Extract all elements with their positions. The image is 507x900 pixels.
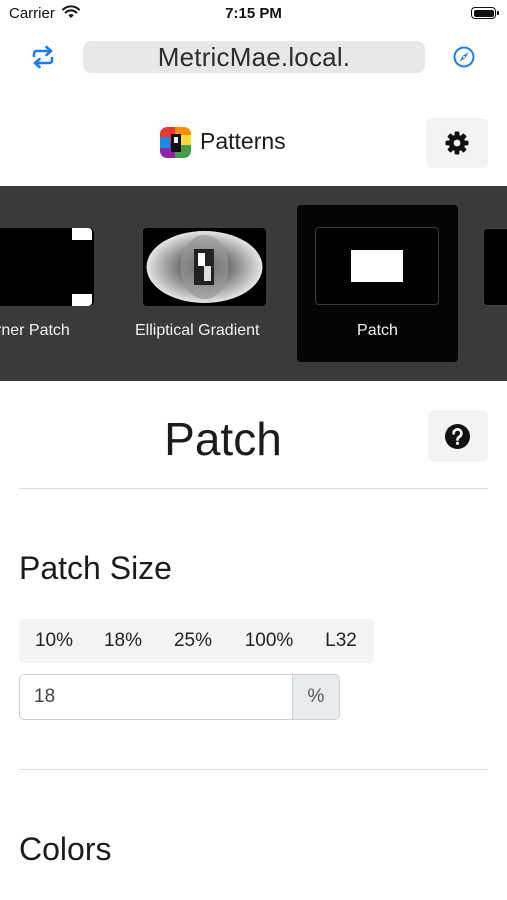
preset-10-percent[interactable]: 10%: [24, 619, 84, 663]
refresh-button[interactable]: [29, 43, 57, 71]
pattern-card-patch[interactable]: Patch: [297, 205, 458, 362]
status-bar: Carrier 7:15 PM: [0, 0, 507, 28]
url-bar[interactable]: MetricMae.local.: [83, 41, 425, 73]
question-circle-icon: [445, 424, 470, 449]
app-title: Patterns: [200, 128, 286, 154]
preset-18-percent[interactable]: 18%: [92, 619, 154, 663]
divider: [19, 769, 488, 770]
gear-icon: [445, 131, 469, 155]
pattern-card-label: Elliptical Gradient: [135, 322, 260, 339]
next-pattern-thumbnail: [483, 228, 507, 306]
help-button[interactable]: [428, 410, 488, 462]
safari-button[interactable]: [450, 43, 478, 71]
corner-patch-thumbnail: [0, 228, 94, 306]
patch-thumbnail: [315, 227, 439, 305]
clock: 7:15 PM: [225, 5, 282, 22]
pattern-card-elliptical-gradient[interactable]: Elliptical Gradient: [130, 186, 280, 381]
pattern-card-label: Patch: [357, 322, 398, 339]
app-logo: [160, 127, 191, 158]
pattern-carousel[interactable]: rner Patch Elliptical Gradient Patch: [0, 186, 507, 381]
settings-button[interactable]: [426, 118, 488, 168]
preset-100-percent[interactable]: 100%: [232, 619, 306, 663]
arrows-swap-icon: [32, 45, 54, 69]
percent-addon: %: [292, 674, 340, 720]
preset-l32[interactable]: L32: [311, 619, 371, 663]
elliptical-gradient-thumbnail: [143, 228, 266, 306]
compass-icon: [453, 46, 475, 68]
page-title: Patch: [164, 413, 282, 465]
battery-icon: [471, 7, 499, 19]
patch-size-heading: Patch Size: [19, 550, 172, 586]
divider: [19, 488, 488, 489]
preset-25-percent[interactable]: 25%: [162, 619, 224, 663]
pattern-card-corner-patch[interactable]: rner Patch: [0, 186, 110, 381]
patch-size-presets: 10% 18% 25% 100% L32: [19, 619, 374, 663]
patch-size-input-group: %: [19, 674, 340, 720]
colors-heading: Colors: [19, 831, 112, 867]
patch-size-input[interactable]: [19, 674, 292, 720]
pattern-card-next[interactable]: [478, 186, 507, 381]
pattern-card-label: rner Patch: [0, 322, 70, 339]
